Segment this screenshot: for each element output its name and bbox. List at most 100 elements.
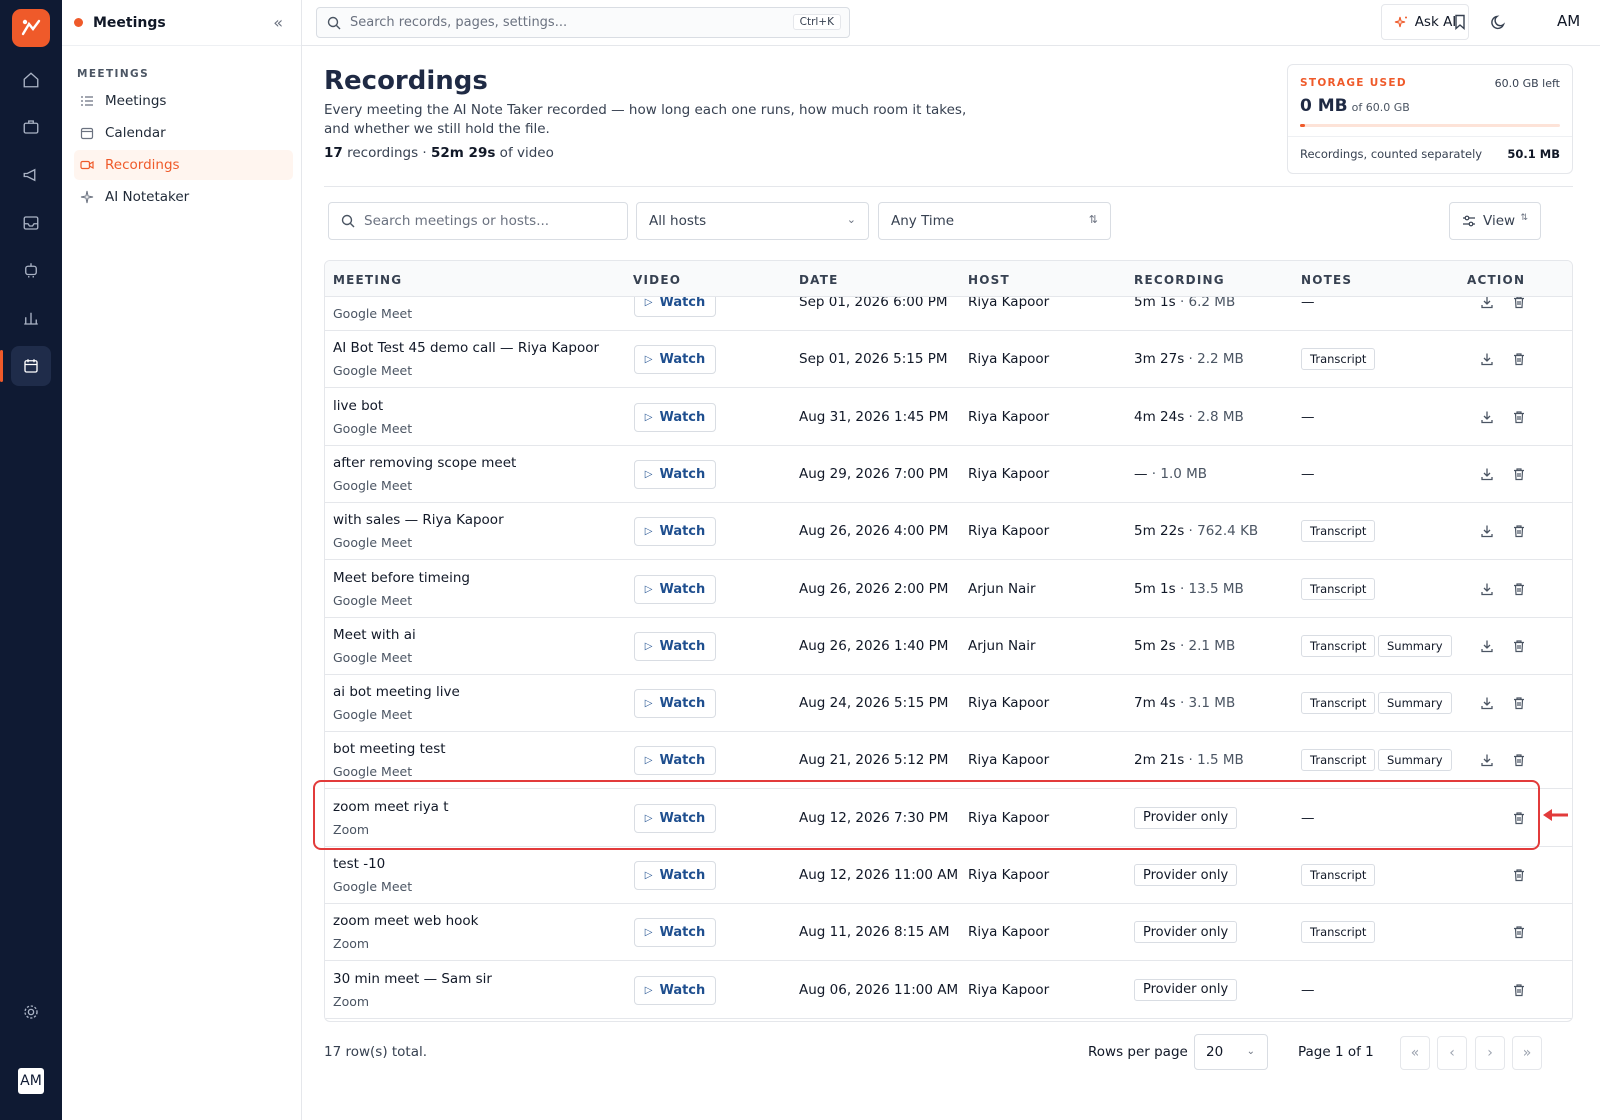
chart-icon[interactable]	[11, 298, 51, 338]
download-icon[interactable]	[1479, 409, 1495, 425]
calendar-rail-icon[interactable]	[0, 346, 51, 386]
table-row[interactable]: live bot Google Meet ▷ Watch Aug 31, 2026 1:…	[325, 388, 1572, 446]
rows-per-page-select[interactable]: 20 ⌄	[1194, 1034, 1268, 1070]
time-filter-select[interactable]: Any Time ⇅	[878, 202, 1111, 240]
meeting-title[interactable]: after removing scope meet	[333, 455, 516, 471]
collapse-sidebar-icon[interactable]: «	[273, 13, 283, 32]
bookmark-icon[interactable]	[1450, 12, 1470, 32]
table-row[interactable]: Google Meet ▷ Watch Sep 01, 2026 6:00 PM Riy…	[325, 297, 1572, 331]
table-row[interactable]: zoom meet riya t Zoom ▷ Watch Aug 12, 2026 7…	[325, 789, 1572, 847]
meeting-title[interactable]: bot meeting test	[333, 741, 446, 757]
notes-badge-summary[interactable]: Summary	[1378, 692, 1452, 715]
download-icon[interactable]	[1479, 581, 1495, 597]
download-icon[interactable]	[1479, 351, 1495, 367]
notes-badge-transcript[interactable]: Transcript	[1301, 749, 1376, 772]
meeting-title[interactable]: ai bot meeting live	[333, 684, 460, 700]
download-icon[interactable]	[1479, 752, 1495, 768]
download-icon[interactable]	[1479, 297, 1495, 310]
table-row[interactable]: AI Bot Test 45 demo call — Riya Kapoor Go…	[325, 331, 1572, 389]
table-row[interactable]: bot meeting test Google Meet ▷ Watch Aug 21,…	[325, 732, 1572, 790]
column-header-video[interactable]: VIDEO	[633, 273, 681, 287]
table-row[interactable]: after removing scope meet Google Meet ▷ Wat…	[325, 445, 1572, 503]
watch-button[interactable]: ▷ Watch	[634, 918, 716, 948]
table-row[interactable]: with sales — Riya Kapoor Google Meet ▷ Watc…	[325, 503, 1572, 561]
sidebar-item-recordings[interactable]: Recordings	[74, 150, 293, 180]
host-filter-select[interactable]: All hosts ⌄	[636, 202, 869, 240]
watch-button[interactable]: ▷ Watch	[634, 459, 716, 489]
watch-button[interactable]: ▷ Watch	[634, 975, 716, 1005]
meeting-title[interactable]: AI Bot Test 45 demo call — Riya Kapoor	[333, 340, 599, 356]
meeting-title[interactable]: zoom meet web hook	[333, 913, 479, 929]
meeting-title[interactable]: 30 min meet — Sam sir	[333, 971, 492, 987]
robot-icon[interactable]	[11, 250, 51, 290]
watch-button[interactable]: ▷ Watch	[634, 574, 716, 604]
trash-icon[interactable]	[1511, 695, 1527, 711]
meeting-title[interactable]: Meet with ai	[333, 627, 416, 643]
notes-badge-transcript[interactable]: Transcript	[1301, 348, 1376, 371]
trash-icon[interactable]	[1511, 867, 1527, 883]
sidebar-item-ai-notetaker[interactable]: AI Notetaker	[74, 182, 293, 212]
sidebar-item-meetings[interactable]: Meetings	[74, 86, 293, 116]
trash-icon[interactable]	[1511, 351, 1527, 367]
download-icon[interactable]	[1479, 695, 1495, 711]
notes-badge-transcript[interactable]: Transcript	[1301, 921, 1376, 944]
trash-icon[interactable]	[1511, 466, 1527, 482]
column-header-host[interactable]: HOST	[968, 273, 1010, 287]
dark-mode-icon[interactable]	[1489, 12, 1509, 32]
trash-icon[interactable]	[1511, 581, 1527, 597]
watch-button[interactable]: ▷ Watch	[634, 517, 716, 547]
home-icon[interactable]	[11, 60, 51, 100]
download-icon[interactable]	[1479, 523, 1495, 539]
trash-icon[interactable]	[1511, 409, 1527, 425]
notes-badge-summary[interactable]: Summary	[1378, 634, 1452, 657]
notes-badge-transcript[interactable]: Transcript	[1301, 692, 1376, 715]
download-icon[interactable]	[1479, 638, 1495, 654]
watch-button[interactable]: ▷ Watch	[634, 631, 716, 661]
last-page-button[interactable]: »	[1512, 1036, 1542, 1070]
table-row[interactable]: ai bot meeting live Google Meet ▷ Watch Aug …	[325, 675, 1572, 733]
table-row[interactable]: Meet before timeing Google Meet ▷ Watch Aug …	[325, 560, 1572, 618]
notes-badge-summary[interactable]: Summary	[1378, 749, 1452, 772]
next-page-button[interactable]: ›	[1475, 1036, 1505, 1070]
meeting-title[interactable]: Meet before timeing	[333, 570, 470, 586]
notes-badge-transcript[interactable]: Transcript	[1301, 864, 1376, 886]
table-row[interactable]: Meet with ai Google Meet ▷ Watch Aug 26, 202…	[325, 617, 1572, 675]
watch-button[interactable]: ▷ Watch	[634, 746, 716, 776]
column-header-notes[interactable]: NOTES	[1301, 273, 1352, 287]
column-header-action[interactable]: ACTION	[1467, 273, 1525, 287]
watch-button[interactable]: ▷ Watch	[634, 861, 716, 890]
meeting-title[interactable]: zoom meet riya t	[333, 799, 449, 815]
notes-badge-transcript[interactable]: Transcript	[1301, 520, 1376, 543]
sidebar-item-calendar[interactable]: Calendar	[74, 118, 293, 148]
trash-icon[interactable]	[1511, 924, 1527, 940]
settings-icon[interactable]	[11, 992, 51, 1032]
watch-button[interactable]: ▷ Watch	[634, 402, 716, 432]
trash-icon[interactable]	[1511, 982, 1527, 998]
trash-icon[interactable]	[1511, 297, 1527, 310]
watch-button[interactable]: ▷ Watch	[634, 803, 716, 833]
table-row[interactable]: 30 min meet — Sam sir Zoom ▷ Watch Aug 06, 2…	[325, 961, 1572, 1019]
user-avatar[interactable]: AM	[18, 1068, 44, 1094]
download-icon[interactable]	[1479, 466, 1495, 482]
app-logo[interactable]	[12, 9, 50, 47]
table-row[interactable]: zoom meet web hook Zoom ▷ Watch Aug 11, 2026…	[325, 904, 1572, 962]
megaphone-icon[interactable]	[11, 155, 51, 195]
column-header-meeting[interactable]: MEETING	[333, 273, 402, 287]
meeting-search-input[interactable]: Search meetings or hosts...	[328, 202, 628, 240]
meeting-title[interactable]: test -10	[333, 856, 385, 872]
user-menu[interactable]: AM	[1557, 12, 1580, 30]
trash-icon[interactable]	[1511, 752, 1527, 768]
briefcase-icon[interactable]	[11, 107, 51, 147]
trash-icon[interactable]	[1511, 810, 1527, 826]
notes-badge-transcript[interactable]: Transcript	[1301, 634, 1376, 657]
view-options-button[interactable]: View ⇅	[1449, 202, 1541, 240]
previous-page-button[interactable]: ‹	[1437, 1036, 1467, 1070]
notes-badge-transcript[interactable]: Transcript	[1301, 577, 1376, 600]
trash-icon[interactable]	[1511, 523, 1527, 539]
trash-icon[interactable]	[1511, 638, 1527, 654]
column-header-recording[interactable]: RECORDING	[1134, 273, 1225, 287]
meeting-title[interactable]: live bot	[333, 398, 383, 414]
watch-button[interactable]: ▷ Watch	[634, 689, 716, 719]
first-page-button[interactable]: «	[1400, 1036, 1430, 1070]
inbox-icon[interactable]	[11, 203, 51, 243]
